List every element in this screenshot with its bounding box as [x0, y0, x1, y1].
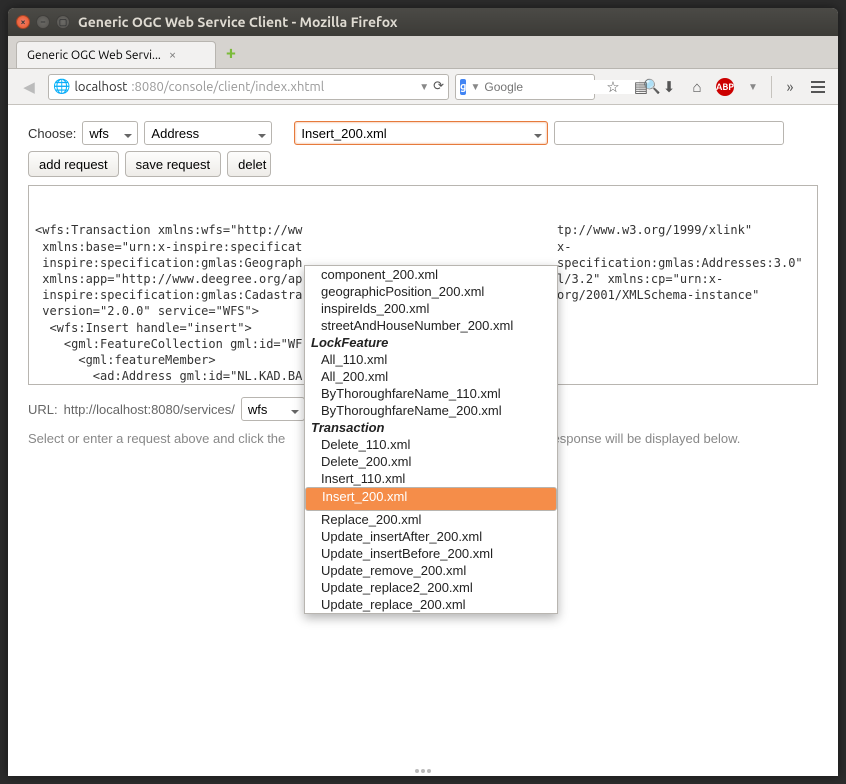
dropdown-item[interactable]: component_200.xml	[305, 266, 557, 283]
nav-toolbar: ◀ 🌐 localhost :8080/console/client/index.…	[8, 69, 838, 105]
dropdown-item[interactable]: ByThoroughfareName_200.xml	[305, 402, 557, 419]
adblock-dropdown-icon[interactable]: ▼	[741, 75, 765, 99]
url-dropdown-icon[interactable]: ▼	[419, 81, 429, 93]
downloads-icon[interactable]: ⬇	[657, 75, 681, 99]
reload-button[interactable]: ⟳	[433, 79, 444, 94]
reader-icon[interactable]: ▤	[629, 75, 653, 99]
url-bar[interactable]: 🌐 localhost :8080/console/client/index.xh…	[48, 74, 449, 100]
dropdown-item[interactable]: All_110.xml	[305, 351, 557, 368]
dropdown-item[interactable]: Update_replace_200.xml	[305, 596, 557, 613]
url-label: URL:	[28, 402, 58, 417]
url-host: localhost	[74, 80, 127, 94]
file-select[interactable]: Insert_200.xml	[294, 121, 548, 145]
bookmark-star-icon[interactable]: ☆	[601, 75, 625, 99]
overflow-icon[interactable]: »	[778, 75, 802, 99]
browser-tab[interactable]: Generic OGC Web Servi... ×	[16, 41, 216, 68]
adblock-icon[interactable]: ABP	[713, 75, 737, 99]
save-request-button[interactable]: save request	[125, 151, 221, 177]
site-identity-icon[interactable]: 🌐	[53, 78, 70, 95]
service-select[interactable]: wfs	[82, 121, 138, 145]
dropdown-group-label: LockFeature	[305, 334, 557, 351]
dropdown-item[interactable]: Insert_110.xml	[305, 470, 557, 487]
window-close-button[interactable]: ×	[16, 15, 30, 29]
firefox-window: × – ▢ Generic OGC Web Service Client - M…	[8, 8, 838, 776]
window-title: Generic OGC Web Service Client - Mozilla…	[78, 14, 830, 30]
xml-text-left: <wfs:Transaction xmlns:wfs="http://ww xm…	[35, 222, 303, 385]
dropdown-item[interactable]: All_200.xml	[305, 368, 557, 385]
window-maximize-button[interactable]: ▢	[56, 15, 70, 29]
tab-strip: Generic OGC Web Servi... × +	[8, 36, 838, 69]
xml-text-right: tp://www.w3.org/1999/xlink" x- specifica…	[557, 222, 803, 385]
tab-close-icon[interactable]: ×	[169, 48, 176, 62]
dropdown-item[interactable]: geographicPosition_200.xml	[305, 283, 557, 300]
delete-request-button[interactable]: delet	[227, 151, 271, 177]
dropdown-group-label: Transaction	[305, 419, 557, 436]
dropdown-item[interactable]: Update_insertAfter_200.xml	[305, 528, 557, 545]
window-titlebar: × – ▢ Generic OGC Web Service Client - M…	[8, 8, 838, 36]
dropdown-item[interactable]: ByThoroughfareName_110.xml	[305, 385, 557, 402]
tab-label: Generic OGC Web Servi...	[27, 49, 161, 62]
dropdown-item[interactable]: Update_insertBefore_200.xml	[305, 545, 557, 562]
filter-input[interactable]	[554, 121, 784, 145]
dropdown-item[interactable]: Replace_200.xml	[305, 511, 557, 528]
choose-label: Choose:	[28, 126, 76, 141]
dropdown-item[interactable]: Delete_110.xml	[305, 436, 557, 453]
hamburger-menu-button[interactable]	[806, 75, 830, 99]
dropdown-item[interactable]: inspireIds_200.xml	[305, 300, 557, 317]
window-controls: × – ▢	[16, 15, 70, 29]
file-select-dropdown[interactable]: component_200.xmlgeographicPosition_200.…	[304, 265, 558, 614]
choose-row: Choose: wfs Address Insert_200.xml	[28, 121, 818, 145]
category-select[interactable]: Address	[144, 121, 272, 145]
back-button[interactable]: ◀	[16, 75, 42, 99]
window-resize-grip[interactable]	[403, 769, 443, 773]
dropdown-item[interactable]: streetAndHouseNumber_200.xml	[305, 317, 557, 334]
toolbar-divider	[771, 76, 772, 98]
url-service-select[interactable]: wfs	[241, 397, 305, 421]
new-tab-button[interactable]: +	[220, 42, 242, 64]
search-bar[interactable]: g ▼ 🔍	[455, 74, 595, 100]
search-engine-icon[interactable]: g	[460, 79, 466, 95]
toolbar-icons: ☆ ▤ ⬇ ⌂ ABP ▼ »	[601, 75, 830, 99]
search-engine-dropdown-icon[interactable]: ▼	[470, 81, 480, 93]
add-request-button[interactable]: add request	[28, 151, 119, 177]
dropdown-item[interactable]: Insert_200.xml	[305, 487, 557, 511]
dropdown-item[interactable]: Update_replace2_200.xml	[305, 579, 557, 596]
url-path: :8080/console/client/index.xhtml	[131, 80, 324, 94]
dropdown-item[interactable]: Delete_200.xml	[305, 453, 557, 470]
url-value: http://localhost:8080/services/	[64, 402, 235, 417]
window-minimize-button[interactable]: –	[36, 15, 50, 29]
action-row: add request save request delet	[28, 151, 818, 177]
home-icon[interactable]: ⌂	[685, 75, 709, 99]
page-content: Choose: wfs Address Insert_200.xml add r…	[8, 105, 838, 776]
dropdown-item[interactable]: Update_remove_200.xml	[305, 562, 557, 579]
